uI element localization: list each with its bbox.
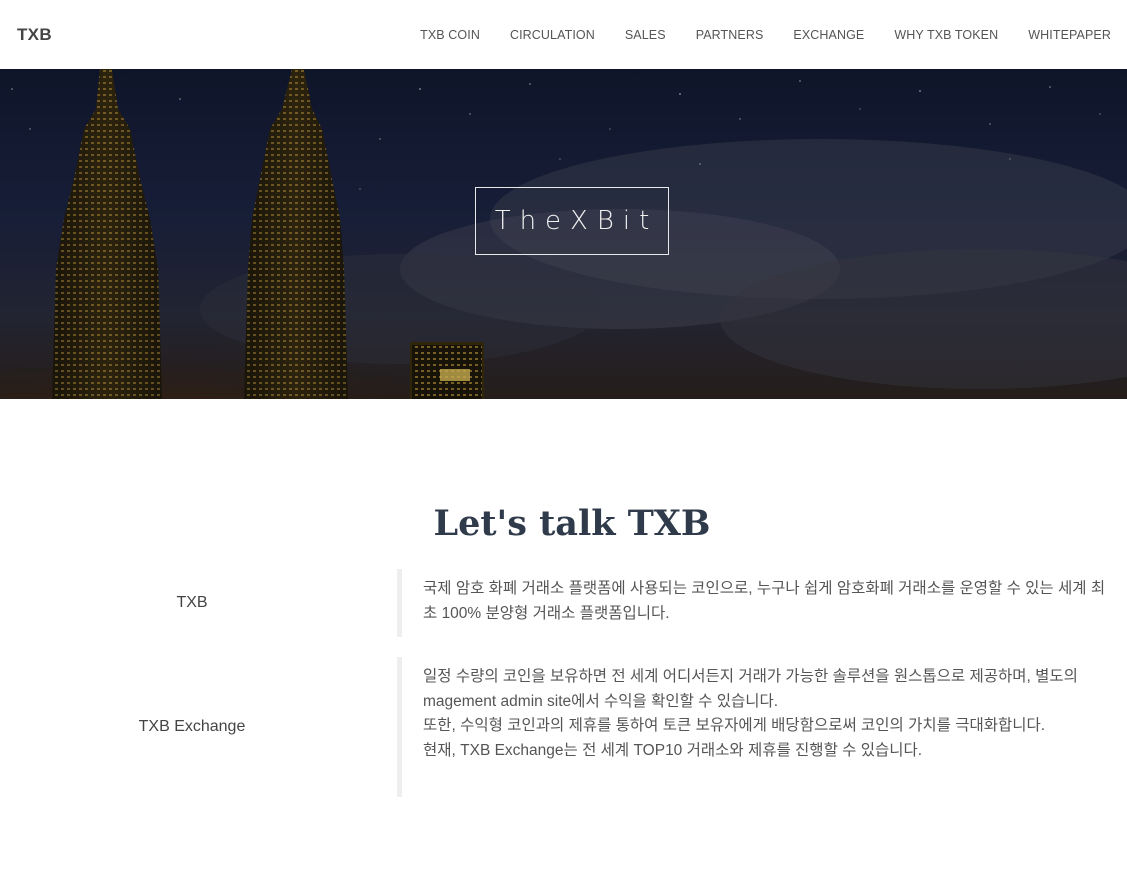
nav-link-whitepaper[interactable]: WHITEPAPER: [1028, 28, 1111, 42]
about-row-label: TXB Exchange: [138, 718, 246, 735]
hero-title-box: TheXBit: [475, 187, 669, 255]
main-nav: TXB COIN CIRCULATION SALES PARTNERS EXCH…: [420, 28, 1111, 42]
description-line: 국제 암호 화폐 거래소 플랫폼에 사용되는 코인으로, 누구나 쉽게 암호화폐…: [423, 580, 1106, 622]
nav-link-txb-coin[interactable]: TXB COIN: [420, 28, 480, 42]
brand-logo[interactable]: TXB: [17, 25, 52, 45]
nav-link-exchange[interactable]: EXCHANGE: [793, 28, 864, 42]
about-row-label: TXB: [176, 594, 208, 611]
description-line: 또한, 수익형 코인과의 제휴를 통하여 토큰 보유자에게 배당함으로써 코인의…: [423, 717, 1046, 734]
top-navbar: TXB TXB COIN CIRCULATION SALES PARTNERS …: [0, 0, 1127, 69]
about-row-description: 국제 암호 화폐 거래소 플랫폼에 사용되는 코인으로, 누구나 쉽게 암호화폐…: [397, 569, 1107, 637]
about-row-description: 일정 수량의 코인을 보유하면 전 세계 어디서든지 거래가 가능한 솔루션을 …: [397, 657, 1107, 797]
about-row-txb-exchange: TXB Exchange 일정 수량의 코인을 보유하면 전 세계 어디서든지 …: [0, 657, 1127, 797]
hero-banner: TheXBit: [0, 69, 1127, 399]
nav-link-partners[interactable]: PARTNERS: [696, 28, 764, 42]
about-row-txb: TXB 국제 암호 화폐 거래소 플랫폼에 사용되는 코인으로, 누구나 쉽게 …: [0, 569, 1127, 637]
description-line: 일정 수량의 코인을 보유하면 전 세계 어디서든지 거래가 가능한 솔루션을 …: [423, 668, 1078, 710]
about-section-title: Let's talk TXB: [433, 503, 711, 544]
description-line: 현재, TXB Exchange는 전 세계 TOP10 거래소와 제휴를 진행…: [423, 741, 923, 759]
nav-link-sales[interactable]: SALES: [625, 28, 666, 42]
nav-link-why-txb-token[interactable]: WHY TXB TOKEN: [894, 28, 998, 42]
nav-link-circulation[interactable]: CIRCULATION: [510, 28, 595, 42]
